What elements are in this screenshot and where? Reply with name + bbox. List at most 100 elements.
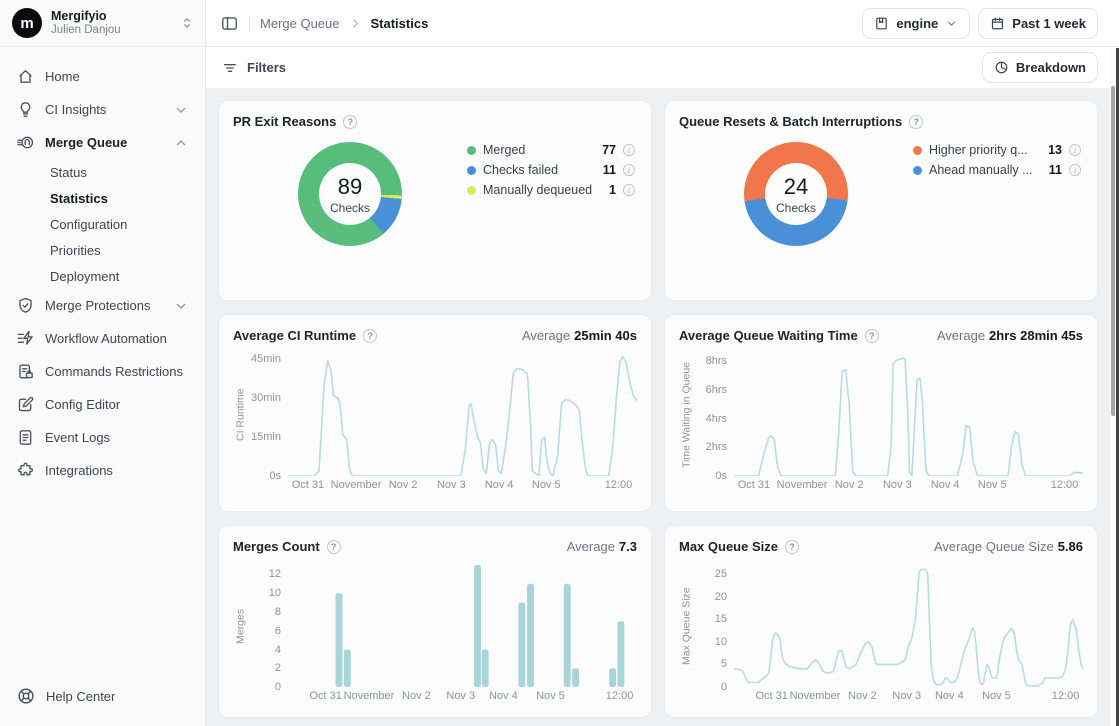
legend-value: 11 bbox=[603, 163, 616, 177]
chart-average: Average7.3 bbox=[567, 539, 637, 554]
y-axis-title: CI Runtime bbox=[233, 354, 248, 476]
breadcrumb-merge-queue[interactable]: Merge Queue bbox=[260, 16, 340, 31]
scrollbar-thumb[interactable] bbox=[1111, 86, 1115, 416]
x-tick-label: Oct 31 bbox=[755, 690, 787, 702]
y-tick-label: 15 bbox=[715, 613, 727, 625]
breakdown-button[interactable]: Breakdown bbox=[982, 52, 1098, 83]
sidebar-subitem-configuration[interactable]: Configuration bbox=[8, 211, 197, 237]
date-range-button[interactable]: Past 1 week bbox=[978, 8, 1098, 39]
sidebar-item-event-logs[interactable]: Event Logs bbox=[8, 421, 197, 454]
help-center-label: Help Center bbox=[46, 689, 115, 704]
sidebar: m Mergifyio Julien Danjou Home CI Insight… bbox=[0, 0, 206, 726]
y-axis-ticks: 0510152025 bbox=[694, 565, 734, 687]
help-icon[interactable]: ? bbox=[865, 329, 879, 343]
x-tick-label: 12:00 bbox=[1052, 690, 1080, 702]
sidebar-item-merge-queue[interactable]: Merge Queue bbox=[8, 126, 197, 159]
chart-average: Average2hrs 28min 45s bbox=[937, 328, 1083, 343]
sidebar-item-merge-protections[interactable]: Merge Protections bbox=[8, 289, 197, 322]
x-tick-label: Nov 3 bbox=[883, 479, 912, 491]
sidebar-item-config-editor[interactable]: Config Editor bbox=[8, 388, 197, 421]
sidebar-subitem-status[interactable]: Status bbox=[8, 159, 197, 185]
legend-item-manually-dequeued[interactable]: Manually dequeued1i bbox=[467, 180, 635, 200]
card-average-queue-waiting-time: Average Queue Waiting Time? Average2hrs 2… bbox=[664, 314, 1098, 512]
chart-title: Average Queue Waiting Time bbox=[679, 328, 858, 343]
sidebar-item-help-center[interactable]: Help Center bbox=[0, 672, 205, 726]
sidebar-subitem-deployment[interactable]: Deployment bbox=[8, 263, 197, 289]
legend-item-ahead-manually[interactable]: Ahead manually ...11i bbox=[913, 160, 1081, 180]
x-tick-label: Nov 5 bbox=[532, 479, 561, 491]
y-axis-ticks: 0s15min30min45min bbox=[248, 354, 288, 476]
chart-average-value: 5.86 bbox=[1058, 539, 1083, 554]
help-icon[interactable]: ? bbox=[363, 329, 377, 343]
sidebar-item-label: CI Insights bbox=[45, 102, 106, 117]
dashboard-grid: PR Exit Reasons?89ChecksMerged77iChecks … bbox=[206, 89, 1119, 726]
lifebuoy-icon bbox=[16, 686, 36, 706]
info-icon[interactable]: i bbox=[623, 184, 635, 196]
donut-total: 89 bbox=[338, 174, 362, 200]
sidebar-item-label: Event Logs bbox=[45, 430, 110, 445]
y-tick-label: 10 bbox=[715, 636, 727, 648]
chart-average-value: 2hrs 28min 45s bbox=[989, 328, 1083, 343]
info-icon[interactable]: i bbox=[623, 164, 635, 176]
legend-item-higher-priority-q[interactable]: Higher priority q...13i bbox=[913, 140, 1081, 160]
legend-color-dot bbox=[467, 146, 476, 155]
help-icon[interactable]: ? bbox=[909, 115, 923, 129]
legend-item-merged[interactable]: Merged77i bbox=[467, 140, 635, 160]
x-tick-label: November bbox=[331, 479, 382, 491]
card-header: Queue Resets & Batch Interruptions? bbox=[679, 114, 1083, 129]
bar bbox=[527, 584, 534, 687]
y-axis-ticks: 024681012 bbox=[248, 565, 288, 687]
y-tick-label: 0s bbox=[715, 470, 727, 482]
legend-value: 11 bbox=[1049, 163, 1062, 177]
sidebar-item-commands-restrictions[interactable]: Commands Restrictions bbox=[8, 355, 197, 388]
sidebar-item-workflow-automation[interactable]: Workflow Automation bbox=[8, 322, 197, 355]
x-tick-label: Nov 2 bbox=[389, 479, 418, 491]
breakdown-label: Breakdown bbox=[1016, 60, 1086, 75]
legend-label: Manually dequeued bbox=[483, 183, 602, 197]
sidebar-item-integrations[interactable]: Integrations bbox=[8, 454, 197, 487]
card-header: Average CI Runtime?Average25min 40s bbox=[233, 328, 637, 343]
donut-total-label: Checks bbox=[776, 201, 816, 215]
line-series bbox=[734, 570, 1083, 687]
x-tick-label: Oct 31 bbox=[309, 690, 341, 702]
repository-selector[interactable]: engine bbox=[862, 8, 970, 39]
help-icon[interactable]: ? bbox=[327, 540, 341, 554]
chart-legend: Merged77iChecks failed11iManually dequeu… bbox=[467, 131, 637, 246]
chart-title: Queue Resets & Batch Interruptions bbox=[679, 114, 902, 129]
x-tick-label: 12:00 bbox=[1051, 479, 1079, 491]
sidebar-item-ci-insights[interactable]: CI Insights bbox=[8, 93, 197, 126]
help-icon[interactable]: ? bbox=[785, 540, 799, 554]
sidebar-nav: Home CI Insights Merge QueueStatusStatisti… bbox=[0, 47, 205, 672]
donut-chart: 89Checks bbox=[233, 131, 467, 246]
sidebar-subitem-priorities[interactable]: Priorities bbox=[8, 237, 197, 263]
legend-item-checks-failed[interactable]: Checks failed11i bbox=[467, 160, 635, 180]
donut-ring: 89Checks bbox=[298, 142, 402, 246]
card-queue-resets-batch-interruptions: Queue Resets & Batch Interruptions?24Che… bbox=[664, 100, 1098, 301]
x-tick-label: Nov 4 bbox=[489, 690, 518, 702]
x-tick-label: Nov 2 bbox=[402, 690, 431, 702]
org-name: Mergifyio bbox=[51, 9, 121, 23]
filters-button[interactable]: Filters bbox=[222, 60, 286, 76]
calendar-icon bbox=[990, 16, 1005, 31]
sidebar-item-label: Integrations bbox=[45, 463, 113, 478]
info-icon[interactable]: i bbox=[623, 144, 635, 156]
info-icon[interactable]: i bbox=[1069, 144, 1081, 156]
sidebar-item-label: Workflow Automation bbox=[45, 331, 167, 346]
x-tick-label: November bbox=[777, 479, 828, 491]
pencil-square-icon bbox=[16, 395, 35, 414]
sidebar-item-home[interactable]: Home bbox=[8, 60, 197, 93]
plot-area: Oct 31NovemberNov 2Nov 3Nov 4Nov 512:00 bbox=[734, 565, 1083, 707]
y-tick-label: 0s bbox=[269, 470, 281, 482]
y-tick-label: 2 bbox=[275, 662, 281, 674]
info-icon[interactable]: i bbox=[1069, 164, 1081, 176]
x-tick-label: Nov 2 bbox=[848, 690, 877, 702]
org-switcher[interactable]: m Mergifyio Julien Danjou bbox=[0, 0, 205, 47]
sidebar-toggle-icon[interactable] bbox=[220, 14, 239, 33]
sidebar-subitem-statistics[interactable]: Statistics bbox=[8, 185, 197, 211]
org-switcher-updown-icon[interactable] bbox=[179, 15, 195, 31]
y-axis-title: Max Queue Size bbox=[679, 565, 694, 687]
help-icon[interactable]: ? bbox=[343, 115, 357, 129]
chevron-up-icon bbox=[173, 135, 189, 151]
donut-total-label: Checks bbox=[330, 201, 370, 215]
y-axis-ticks: 0s2hrs4hrs6hrs8hrs bbox=[694, 354, 734, 476]
